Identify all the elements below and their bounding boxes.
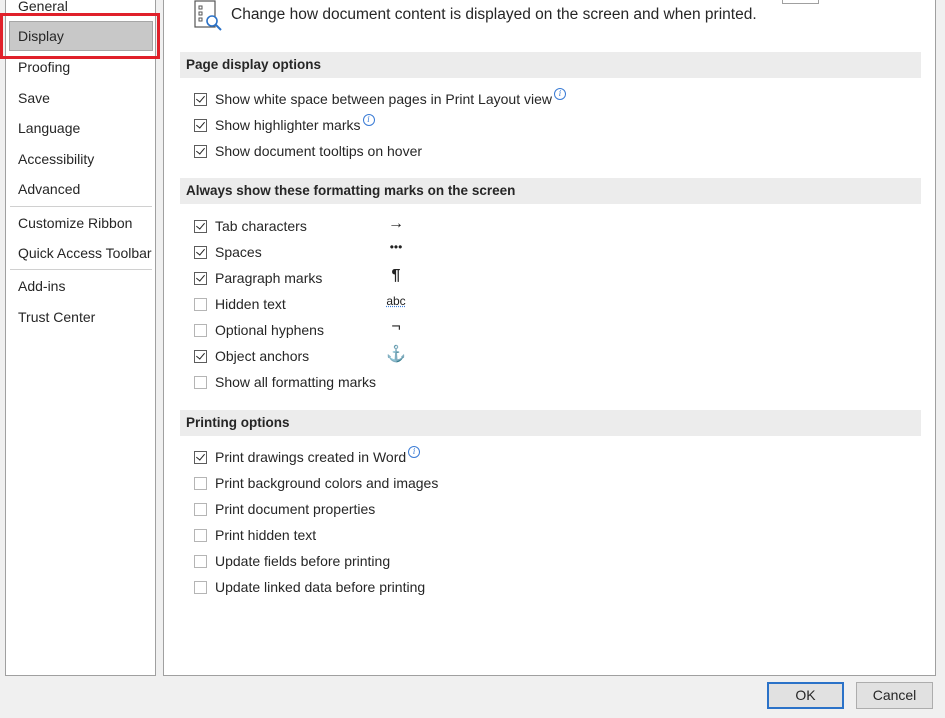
checkbox[interactable] <box>194 118 207 132</box>
option-show-all-marks[interactable]: Show all formatting marks <box>194 374 376 390</box>
sidebar-item-advanced[interactable]: Advanced <box>12 179 80 199</box>
option-show-white-space[interactable]: Show white space between pages in Print … <box>194 88 566 107</box>
option-label: Spaces <box>215 244 262 260</box>
option-label: Print hidden text <box>215 527 317 543</box>
checkbox[interactable] <box>194 271 207 285</box>
checkbox[interactable] <box>194 144 207 158</box>
option-print-properties[interactable]: Print document properties <box>194 501 375 517</box>
section-printing: Printing options <box>180 410 921 436</box>
checkbox[interactable] <box>194 528 207 542</box>
sidebar-divider <box>10 206 152 207</box>
section-page-display: Page display options <box>180 52 921 78</box>
info-icon[interactable]: i <box>362 114 375 126</box>
space-dots-icon: ••• <box>389 240 403 254</box>
option-spaces[interactable]: Spaces <box>194 244 262 260</box>
option-label: Show document tooltips on hover <box>215 143 423 159</box>
sidebar-item-add-ins[interactable]: Add-ins <box>12 276 65 296</box>
checkbox[interactable] <box>194 219 207 233</box>
sidebar-item-accessibility[interactable]: Accessibility <box>12 149 94 169</box>
display-options-icon <box>194 0 222 31</box>
option-object-anchors[interactable]: Object anchors <box>194 348 309 364</box>
option-paragraph-marks[interactable]: Paragraph marks <box>194 270 322 286</box>
option-show-tooltips[interactable]: Show document tooltips on hover <box>194 143 422 159</box>
option-label: Show highlighter marks <box>215 117 361 133</box>
checkbox[interactable] <box>194 450 207 464</box>
selection-highlight-box <box>0 13 160 59</box>
option-print-background[interactable]: Print background colors and images <box>194 475 438 491</box>
option-tab-characters[interactable]: Tab characters <box>194 218 307 234</box>
option-label: Hidden text <box>215 296 286 312</box>
sidebar-item-customize-ribbon[interactable]: Customize Ribbon <box>12 213 132 233</box>
sidebar-item-proofing[interactable]: Proofing <box>12 57 70 77</box>
section-formatting-marks: Always show these formatting marks on th… <box>180 178 921 204</box>
option-label: Print document properties <box>215 501 376 517</box>
sidebar-divider <box>10 269 152 270</box>
info-icon[interactable]: i <box>553 88 566 100</box>
pilcrow-icon: ¶ <box>391 267 401 284</box>
options-main-panel: Change how document content is displayed… <box>163 0 936 676</box>
hidden-text-icon: abc <box>386 294 406 308</box>
checkbox[interactable] <box>194 245 207 259</box>
option-print-hidden-text[interactable]: Print hidden text <box>194 527 316 543</box>
sidebar-item-quick-access-toolbar[interactable]: Quick Access Toolbar <box>12 243 152 263</box>
option-label: Update linked data before printing <box>215 579 426 595</box>
checkbox[interactable] <box>194 297 207 311</box>
ok-button[interactable]: OK <box>767 682 844 709</box>
option-label: Paragraph marks <box>215 270 323 286</box>
option-show-highlighter[interactable]: Show highlighter marks i <box>194 114 375 133</box>
option-label: Object anchors <box>215 348 310 364</box>
option-optional-hyphens[interactable]: Optional hyphens <box>194 322 324 338</box>
sidebar-item-language[interactable]: Language <box>12 118 80 138</box>
checkbox[interactable] <box>194 580 207 594</box>
option-update-linked-data[interactable]: Update linked data before printing <box>194 579 425 595</box>
header-decoration <box>782 0 819 4</box>
option-label: Print background colors and images <box>215 475 439 491</box>
option-label: Optional hyphens <box>215 322 324 338</box>
tab-arrow-icon: → <box>388 215 404 232</box>
checkbox[interactable] <box>194 476 207 490</box>
option-hidden-text[interactable]: Hidden text <box>194 296 286 312</box>
page-description: Change how document content is displayed… <box>231 6 757 23</box>
option-label: Tab characters <box>215 218 307 234</box>
info-icon[interactable]: i <box>408 446 421 458</box>
option-update-fields[interactable]: Update fields before printing <box>194 553 390 569</box>
cancel-button[interactable]: Cancel <box>856 682 933 709</box>
sidebar-item-trust-center[interactable]: Trust Center <box>12 307 95 327</box>
checkbox[interactable] <box>194 92 207 106</box>
option-label: Show white space between pages in Print … <box>215 91 552 107</box>
sidebar-item-save[interactable]: Save <box>12 88 50 108</box>
options-sidebar: General Display Proofing Save Language A… <box>5 0 156 676</box>
checkbox[interactable] <box>194 375 207 389</box>
checkbox[interactable] <box>194 554 207 568</box>
checkbox[interactable] <box>194 349 207 363</box>
anchor-icon: ⚓ <box>386 346 406 363</box>
option-label: Update fields before printing <box>215 553 391 569</box>
checkbox[interactable] <box>194 502 207 516</box>
option-label: Show all formatting marks <box>215 374 377 390</box>
checkbox[interactable] <box>194 323 207 337</box>
optional-hyphen-icon: ¬ <box>391 318 401 335</box>
option-label: Print drawings created in Word <box>215 449 407 465</box>
option-print-drawings[interactable]: Print drawings created in Word i <box>194 446 421 465</box>
